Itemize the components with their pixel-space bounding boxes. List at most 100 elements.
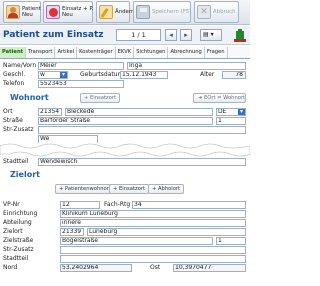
wohnort-stadtteil-field[interactable]: Wendewisch (38, 158, 246, 166)
tab-transport[interactable]: Transport (26, 47, 56, 58)
zielort-strzusatz-row: Str-Zusatz (0, 246, 250, 254)
wohnort-strasse-label: Straße (3, 117, 23, 124)
zielort-strzusatz-label: Str-Zusatz (3, 246, 34, 253)
name-label: Name/Vorn (3, 62, 37, 69)
einrichtung-field[interactable]: Klinikum Lüneburg (60, 210, 246, 218)
prev-record-button[interactable]: ◂ (165, 29, 177, 41)
wohnort-strzusatz-label: Str-Zusatz (3, 126, 34, 133)
deployment-add-icon (46, 5, 60, 19)
tab-artikel[interactable]: Artikel (55, 47, 78, 58)
tab-sichtungen[interactable]: Sichtungen (134, 47, 169, 58)
birthdate-field[interactable]: 15.12.1943 (120, 71, 168, 79)
wohnort-plz-field[interactable]: 21354 (38, 108, 62, 116)
phone-row: Telefon 5523453 (0, 80, 250, 88)
tab-bar: Patient Transport Artikel Kostenträger EKVK S… (0, 47, 250, 59)
last-name-field[interactable]: Meier (38, 62, 124, 70)
gender-label: Geschl. (3, 71, 26, 78)
wohnort-stadtteil-row: Stadtteil Wendewisch (0, 158, 250, 166)
zielort-actions: + Patientenwohnort + Einsatzort + Abholo… (0, 184, 250, 195)
change-label: Ändern (115, 9, 135, 15)
record-pager: 1 / 1 (116, 29, 161, 41)
gender-select[interactable]: w (38, 71, 68, 79)
wohnort-ort-field[interactable]: Bleckede (65, 108, 213, 116)
next-record-button[interactable]: ▸ (180, 29, 192, 41)
fachrtg-field[interactable]: 34 (132, 201, 246, 209)
zielort-title: Zielort (10, 170, 40, 179)
nord-label: Nord (3, 264, 18, 271)
wohnort-hausnr-field[interactable]: 1 (216, 117, 246, 125)
battery-icon (234, 29, 246, 42)
tab-patient[interactable]: Patient (0, 47, 27, 58)
coordinates-row: Nord 53,2402964 Ost 10,3970477 (0, 264, 250, 272)
add-abholort-button[interactable]: + Abholort (148, 184, 185, 194)
ost-label: Ost (150, 264, 161, 271)
wohnort-title: Wohnort (10, 93, 49, 102)
eort-equals-wohnort-button[interactable]: ➜ EOrt = Wohnort (193, 93, 246, 103)
first-name-field[interactable]: Inga (127, 62, 246, 70)
wohnort-section-header: Wohnort + Einsatzort ➜ EOrt = Wohnort (0, 93, 250, 105)
abteilung-label: Abteilung (3, 219, 32, 226)
add-patientenwohnort-button[interactable]: + Patientenwohnort (55, 184, 115, 194)
wohnort-country-select[interactable]: DE (216, 108, 246, 116)
zielort-ort-field[interactable]: Lüneburg (87, 228, 246, 236)
zielort-add-einsatzort-button[interactable]: + Einsatzort (109, 184, 149, 194)
zielort-section-header: Zielort (0, 170, 250, 182)
view-menu-button[interactable]: ▤ ▾ (200, 29, 222, 41)
change-button[interactable]: Ändern (96, 1, 134, 23)
phone-field[interactable]: 5523453 (38, 80, 124, 88)
zielort-stadtteil-row: Stadtteil (0, 255, 250, 263)
einrichtung-label: Einrichtung (3, 210, 38, 217)
name-row: Name/Vorn Meier Inga (0, 62, 250, 70)
age-label: Alter (200, 71, 215, 78)
zielort-hausnr-field[interactable]: 1 (216, 237, 246, 245)
tab-kostenträger[interactable]: Kostenträger (77, 47, 116, 58)
einrichtung-row: Einrichtung Klinikum Lüneburg (0, 210, 250, 218)
eort-equals-wohnort-label: EOrt = Wohnort (204, 95, 246, 101)
gender-row: Geschl. w Geburtsdatum 15.12.1943 Alter … (0, 71, 250, 79)
vpnr-row: VP-Nr 12 Fach-Rtg 34 (0, 201, 250, 209)
zielort-stadtteil-label: Stadtteil (3, 255, 29, 262)
wohnort-strasse-row: Straße Barförder Straße 1 (0, 117, 250, 125)
add-einsatzort-button[interactable]: + Einsatzort (80, 93, 120, 103)
zielort-strzusatz-field[interactable] (60, 246, 246, 254)
wohnort-strzusatz-field[interactable] (38, 126, 246, 134)
tab-fragen[interactable]: Fragen (205, 47, 228, 58)
zielort-stadtteil-field[interactable] (60, 255, 246, 263)
tab-abrechnung[interactable]: Abrechnung (168, 47, 205, 58)
zielort-plz-field[interactable]: 21339 (60, 228, 84, 236)
zielort-ort-label: Zielort (3, 228, 23, 235)
abteilung-field[interactable]: innere (60, 219, 246, 227)
zielort-ort-row: Zielort 21339 Lüneburg (0, 228, 250, 236)
vpnr-field[interactable]: 12 (60, 201, 100, 209)
save-icon (136, 5, 150, 19)
birthdate-label: Geburtsdatum (80, 71, 124, 78)
page-title: Patient zum Einsatz (3, 30, 104, 40)
cancel-button[interactable]: ✕ Abbruch (194, 1, 239, 23)
patient-add-icon (6, 5, 20, 19)
zielstrasse-field[interactable]: Bögelstraße (60, 237, 213, 245)
wohnort-strzusatz-row: Str-Zusatz (0, 126, 250, 134)
zielstrasse-row: Zielstraße Bögelstraße 1 (0, 237, 250, 245)
new-deployment-label: Einsatz + P. Neu (62, 6, 94, 18)
abteilung-row: Abteilung innere (0, 219, 250, 227)
wohnort-ort-row: Ort 21354 Bleckede DE (0, 108, 250, 116)
save-label: Speichern (F5) (152, 9, 192, 15)
fachrtg-label: Fach-Rtg (104, 201, 131, 208)
new-patient-button[interactable]: Patient Neu (3, 1, 41, 23)
wohnort-strasse-field[interactable]: Barförder Straße (38, 117, 213, 125)
vpnr-label: VP-Nr (3, 201, 20, 208)
torn-edge-divider (0, 143, 250, 157)
toolbar: Patient Neu Einsatz + P. Neu Ändern Spei… (0, 0, 250, 25)
title-bar: Patient zum Einsatz 1 / 1 ◂ ▸ ▤ ▾ (0, 26, 250, 45)
wohnort-stadtteil-label: Stadtteil (3, 158, 29, 165)
edit-icon (99, 5, 113, 19)
tab-ekvk[interactable]: EKVK (116, 47, 135, 58)
new-deployment-button[interactable]: Einsatz + P. Neu (43, 1, 93, 23)
new-patient-label: Patient Neu (22, 6, 41, 18)
nord-field: 53,2402964 (60, 264, 132, 272)
save-button[interactable]: Speichern (F5) (133, 1, 191, 23)
ost-field: 10,3970477 (173, 264, 246, 272)
phone-label: Telefon (3, 80, 25, 87)
cancel-label: Abbruch (213, 9, 236, 15)
age-field: 78 (222, 71, 246, 79)
